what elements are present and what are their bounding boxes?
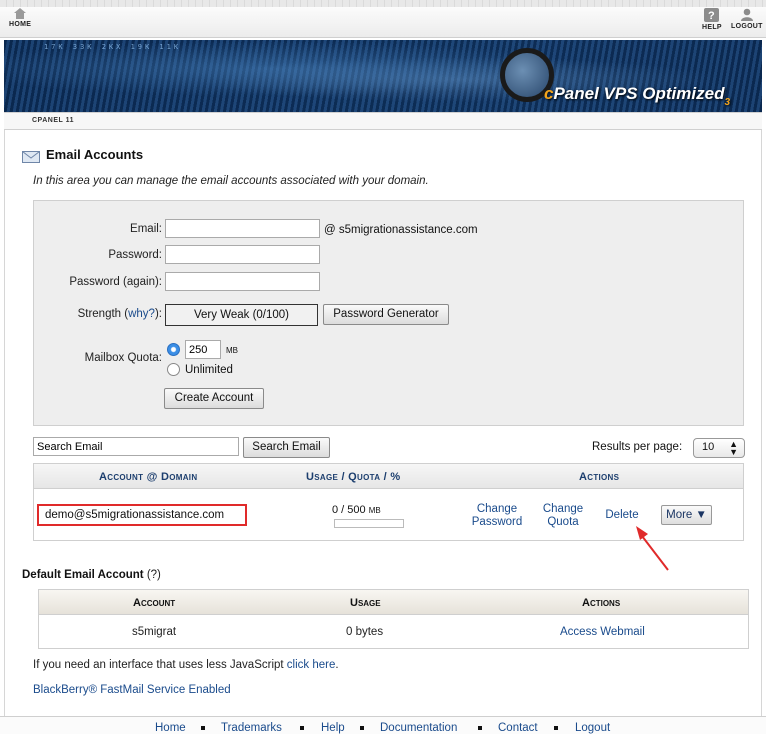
default-account-title: Default Email Account (?): [22, 569, 161, 581]
password-again-label: Password (again):: [69, 276, 162, 288]
quota-unit: MB: [226, 346, 238, 355]
home-button[interactable]: HOME: [9, 8, 31, 28]
account-usage: 0 / 500 MB: [332, 504, 381, 516]
usage-unit: MB: [368, 506, 381, 515]
change-quota-line2: Quota: [547, 516, 579, 528]
delete-link[interactable]: Delete: [602, 509, 642, 522]
blackberry-link[interactable]: BlackBerry® FastMail Service Enabled: [33, 684, 231, 696]
default-header-account: Account: [133, 597, 176, 609]
page-title: Email Accounts: [22, 147, 143, 163]
change-quota-link[interactable]: Change Quota: [539, 503, 587, 529]
quota-unlimited-radio[interactable]: [167, 363, 180, 376]
footer-separator: [300, 726, 304, 730]
select-arrows-icon: ▲ ▼: [729, 439, 738, 457]
footer-contact-link[interactable]: Contact: [498, 722, 538, 734]
password-field[interactable]: [165, 245, 320, 264]
default-table-header: Account Usage Actions: [39, 590, 748, 615]
envelope-icon: [22, 151, 40, 163]
footer-separator: [201, 726, 205, 730]
header-account-domain[interactable]: Account @ Domain: [99, 471, 197, 483]
table-header: Account @ Domain Usage / Quota / % Actio…: [34, 464, 743, 489]
less-js-text: If you need an interface that uses less …: [33, 659, 287, 671]
search-email-button[interactable]: Search Email: [243, 437, 330, 458]
logo-version: 3: [724, 97, 731, 108]
domain-suffix: @ s5migrationassistance.com: [324, 224, 478, 236]
svg-text:?: ?: [708, 10, 715, 22]
top-nav-bar: HOME ? HELP LOGOUT: [0, 0, 766, 38]
help-button[interactable]: ? HELP: [702, 8, 722, 31]
search-email-input[interactable]: [33, 437, 239, 456]
strength-colon: ):: [154, 308, 162, 320]
default-account-usage: 0 bytes: [346, 626, 384, 638]
default-account-table: Account Usage Actions s5migrat 0 bytes A…: [38, 589, 749, 649]
home-icon: [14, 8, 27, 19]
footer-separator: [360, 726, 364, 730]
create-account-button[interactable]: Create Account: [164, 388, 264, 409]
strength-label: Strength (why?):: [77, 308, 162, 320]
top-strip: [0, 0, 766, 7]
password-label: Password:: [108, 249, 162, 261]
page-intro: In this area you can manage the email ac…: [33, 175, 429, 187]
footer-home-link[interactable]: Home: [155, 722, 186, 734]
change-password-line2: Password: [471, 516, 523, 528]
version-bar: CPANEL 11: [4, 112, 762, 130]
account-email: demo@s5migrationassistance.com: [37, 504, 247, 526]
why-link[interactable]: why?: [128, 308, 155, 320]
results-per-page-label: Results per page:: [592, 441, 683, 453]
usage-progress-bar: [334, 519, 404, 528]
less-js-note: If you need an interface that uses less …: [33, 659, 339, 671]
header-usage-quota[interactable]: Usage / Quota / %: [306, 471, 400, 483]
default-account-name: s5migrat: [132, 626, 177, 638]
password-again-field[interactable]: [165, 272, 320, 291]
quota-limited-radio[interactable]: [167, 343, 180, 356]
change-password-link[interactable]: Change Password: [470, 503, 524, 529]
email-label: Email:: [130, 223, 162, 235]
strength-text: Strength: [77, 308, 122, 320]
footer-separator: [554, 726, 558, 730]
footer-documentation-link[interactable]: Documentation: [380, 722, 457, 734]
cpanel-logo-text: cPanel VPS Optimized3: [544, 84, 730, 108]
right-border: [761, 130, 762, 734]
footer-logout-link[interactable]: Logout: [575, 722, 610, 734]
version-label: CPANEL 11: [32, 117, 74, 124]
default-account-help-link[interactable]: (?): [147, 569, 161, 581]
help-icon: ?: [704, 8, 720, 22]
footer-help-link[interactable]: Help: [321, 722, 345, 734]
default-account-title-text: Default Email Account: [22, 569, 144, 581]
user-icon: [740, 8, 753, 21]
default-header-usage: Usage: [350, 597, 381, 609]
logo-brand: Panel VPS Optimized: [553, 84, 725, 103]
footer-separator: [478, 726, 482, 730]
default-header-actions: Actions: [582, 597, 621, 609]
results-per-page-value: 10: [702, 441, 715, 453]
cpanel-banner: 17K 33K 2KX 19K 11K cPanel VPS Optimized…: [4, 40, 762, 112]
banner-ticker: 17K 33K 2KX 19K 11K: [44, 43, 182, 51]
click-here-link[interactable]: click here: [287, 659, 336, 671]
strength-meter: Very Weak (0/100): [165, 304, 318, 326]
change-password-line1: Change: [476, 503, 518, 515]
quota-input[interactable]: [185, 340, 221, 359]
create-account-form: Email: @ s5migrationassistance.com Passw…: [33, 200, 744, 426]
help-label: HELP: [702, 24, 722, 31]
page-title-text: Email Accounts: [46, 147, 144, 162]
quota-label: Mailbox Quota:: [84, 352, 162, 364]
home-label: HOME: [9, 21, 32, 28]
unlimited-label: Unlimited: [185, 364, 233, 376]
logout-label: LOGOUT: [731, 23, 763, 30]
annotation-arrow-icon: [636, 526, 669, 571]
less-js-end: .: [335, 659, 339, 671]
access-webmail-link[interactable]: Access Webmail: [560, 626, 645, 638]
password-generator-button[interactable]: Password Generator: [323, 304, 449, 325]
usage-value: 0 / 500: [332, 504, 366, 516]
change-quota-line1: Change: [542, 503, 584, 515]
email-field[interactable]: [165, 219, 320, 238]
header-actions: Actions: [579, 471, 620, 483]
left-border: [4, 130, 5, 734]
footer-trademarks-link[interactable]: Trademarks: [221, 722, 282, 734]
results-per-page-select[interactable]: 10 ▲ ▼: [693, 438, 745, 458]
footer-nav: Home Trademarks Help Documentation Conta…: [0, 716, 766, 734]
logout-button[interactable]: LOGOUT: [731, 8, 763, 30]
